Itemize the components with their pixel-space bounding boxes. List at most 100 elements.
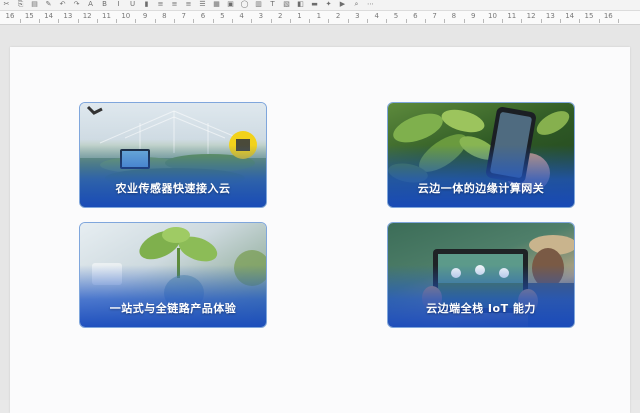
textbox-icon[interactable]: T xyxy=(268,1,277,8)
find-icon[interactable]: ⌕ xyxy=(352,1,361,8)
ruler-number: 3 xyxy=(258,12,264,20)
highlight-icon[interactable]: ▮ xyxy=(142,1,151,8)
ruler-tick xyxy=(154,19,156,23)
shape-icon[interactable]: ◯ xyxy=(240,1,249,8)
ruler-tick xyxy=(58,19,60,23)
ruler-tick xyxy=(347,19,349,23)
card-overlay xyxy=(388,144,574,207)
ruler-number: 8 xyxy=(162,12,167,20)
ruler-number: 9 xyxy=(470,12,476,20)
ruler-tick xyxy=(135,19,137,23)
animation-icon[interactable]: ▶ xyxy=(338,1,347,8)
ruler-tick xyxy=(212,19,214,23)
line-color-icon[interactable]: ▬ xyxy=(310,1,319,8)
toolbar-icons: ✂ ⎘ ▤ ✎ ↶ ↷ A B I U ▮ ≡ ≡ ≡ ☰ ▦ ▣ ◯ ▥ T … xyxy=(2,1,380,9)
card-iot-stack[interactable]: 云边端全栈 IoT 能力 xyxy=(387,222,575,328)
ruler-tick xyxy=(424,19,426,23)
ruler-number: 6 xyxy=(200,12,206,20)
ruler-number: 7 xyxy=(181,12,186,20)
ruler-number: 13 xyxy=(545,12,555,20)
ruler-number: 11 xyxy=(507,12,517,20)
bold-icon[interactable]: B xyxy=(100,1,109,8)
ruler-number: 12 xyxy=(526,12,536,20)
ruler-tick xyxy=(579,19,581,23)
effects-icon[interactable]: ✦ xyxy=(324,1,333,8)
ruler-tick xyxy=(251,19,253,23)
ruler-tick xyxy=(405,19,407,23)
ruler-number: 4 xyxy=(239,12,244,20)
ruler-number: 13 xyxy=(63,12,73,20)
ruler-tick xyxy=(540,19,542,23)
format-painter-icon[interactable]: ✎ xyxy=(44,1,53,8)
arrange-icon[interactable]: ▧ xyxy=(282,1,291,8)
ruler-number: 5 xyxy=(393,12,399,20)
ruler-number: 2 xyxy=(277,12,283,20)
ruler-number: 14 xyxy=(44,12,54,20)
ruler-tick xyxy=(463,19,465,23)
card-edge-gateway[interactable]: 云边一体的边缘计算网关 xyxy=(387,102,575,208)
ruler-tick xyxy=(386,19,388,23)
ruler-number: 1 xyxy=(316,12,322,20)
ruler-tick xyxy=(19,19,21,23)
card-overlay xyxy=(388,264,574,327)
card-label: 农业传感器快速接入云 xyxy=(115,182,231,195)
card-label: 云边端全栈 IoT 能力 xyxy=(426,302,536,315)
ruler-number: 16 xyxy=(603,12,613,20)
ruler-number: 11 xyxy=(102,12,111,20)
table-icon[interactable]: ▦ xyxy=(212,1,221,8)
horizontal-ruler[interactable]: 16 15 14 13 12 11 10 9 8 7 6 5 4 3 2 1 1 2 3 4 5 6 7 8 9 10 11 12 13… xyxy=(0,11,640,25)
italic-icon[interactable]: I xyxy=(114,1,123,8)
redo-icon[interactable]: ↷ xyxy=(72,1,81,8)
ruler-tick xyxy=(521,19,523,23)
ruler-tick xyxy=(174,19,176,23)
ruler-tick xyxy=(309,19,311,23)
ruler-tick xyxy=(444,19,446,23)
ruler-tick xyxy=(116,19,118,23)
align-center-icon[interactable]: ≡ xyxy=(170,1,179,8)
chart-icon[interactable]: ▥ xyxy=(254,1,263,8)
ruler-tick xyxy=(482,19,484,23)
ruler-number: 16 xyxy=(5,12,15,20)
toolbar: ✂ ⎘ ▤ ✎ ↶ ↷ A B I U ▮ ≡ ≡ ≡ ☰ ▦ ▣ ◯ ▥ T … xyxy=(0,0,640,11)
underline-icon[interactable]: U xyxy=(128,1,137,8)
ruler-tick xyxy=(560,19,562,23)
font-color-icon[interactable]: A xyxy=(86,1,95,8)
card-overlay xyxy=(80,144,266,207)
align-right-icon[interactable]: ≡ xyxy=(184,1,193,8)
card-overlay xyxy=(80,264,266,327)
ruler-number: 15 xyxy=(584,12,594,20)
card-label: 云边一体的边缘计算网关 xyxy=(417,182,545,195)
more-icon[interactable]: ⋯ xyxy=(366,1,375,8)
ruler-tick xyxy=(96,19,98,23)
paste-icon[interactable]: ▤ xyxy=(30,1,39,8)
ruler-number: 5 xyxy=(220,12,225,20)
ruler-number: 10 xyxy=(121,12,131,20)
fill-color-icon[interactable]: ◧ xyxy=(296,1,305,8)
list-icon[interactable]: ☰ xyxy=(198,1,207,8)
ruler-tick xyxy=(77,19,79,23)
ruler-tick xyxy=(38,19,40,23)
ruler-number: 14 xyxy=(565,12,575,20)
ruler-tick xyxy=(328,19,330,23)
ruler-number: 6 xyxy=(413,12,418,20)
ruler-number: 3 xyxy=(355,12,360,20)
ruler-number: 9 xyxy=(142,12,148,20)
ruler-number: 8 xyxy=(451,12,457,20)
cut-icon[interactable]: ✂ xyxy=(2,1,11,8)
ruler-tick xyxy=(289,19,291,23)
ruler-tick xyxy=(231,19,233,23)
ruler-number: 12 xyxy=(82,12,92,20)
ruler-number: 10 xyxy=(488,12,497,20)
image-icon[interactable]: ▣ xyxy=(226,1,235,8)
align-left-icon[interactable]: ≡ xyxy=(156,1,165,8)
ruler-tick xyxy=(598,19,600,23)
workspace xyxy=(0,25,640,413)
ruler-tick xyxy=(502,19,504,23)
ruler-number: 7 xyxy=(432,12,437,20)
card-one-stop[interactable]: 一站式与全链路产品体验 xyxy=(79,222,267,328)
undo-icon[interactable]: ↶ xyxy=(58,1,67,8)
copy-icon[interactable]: ⎘ xyxy=(16,1,25,8)
ruler-tick xyxy=(193,19,195,23)
card-agri-sensor[interactable]: 农业传感器快速接入云 xyxy=(79,102,267,208)
ruler-tick xyxy=(367,19,369,23)
